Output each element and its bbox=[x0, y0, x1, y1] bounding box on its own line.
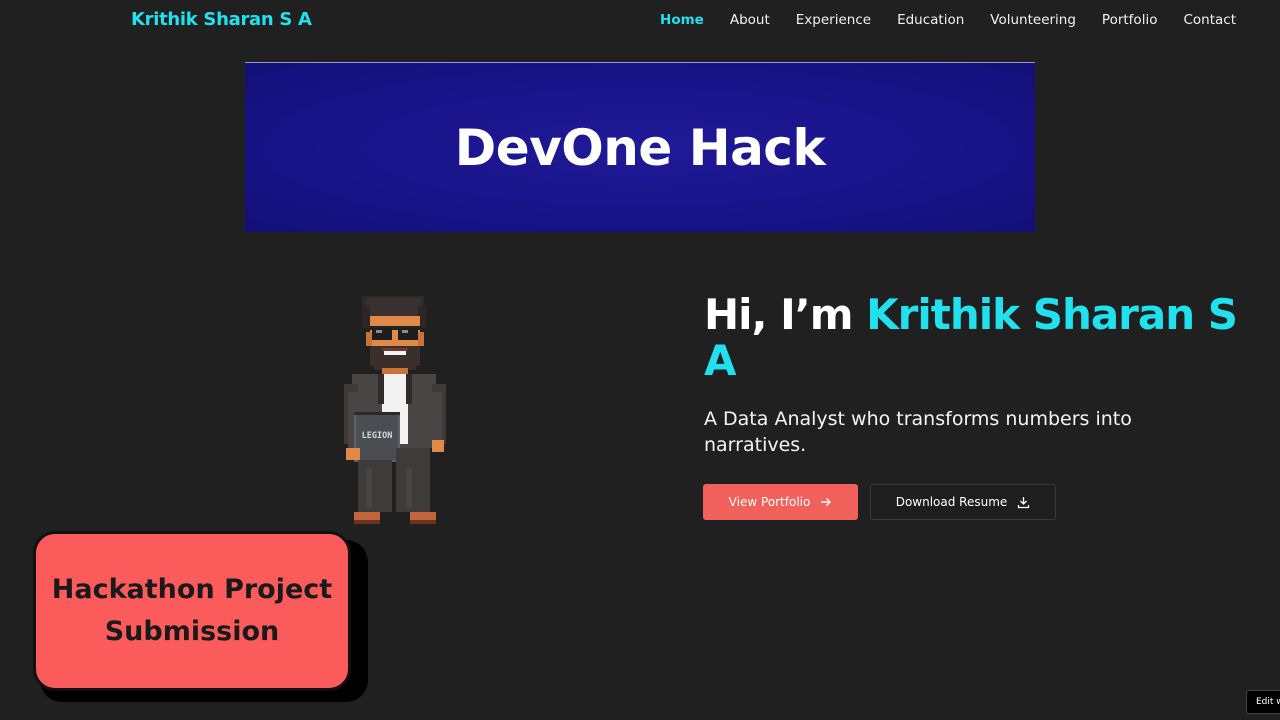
pixel-avatar-icon: LEGION bbox=[344, 296, 446, 524]
nav-link-volunteering[interactable]: Volunteering bbox=[990, 12, 1076, 28]
nav-link-contact[interactable]: Contact bbox=[1183, 12, 1236, 28]
nav-links: Home About Experience Education Voluntee… bbox=[660, 12, 1236, 28]
hero-subtitle: A Data Analyst who transforms numbers in… bbox=[704, 408, 1132, 456]
view-portfolio-button[interactable]: View Portfolio bbox=[703, 484, 858, 520]
nav-link-portfolio[interactable]: Portfolio bbox=[1102, 12, 1158, 28]
hero-greeting: Hi, I’m bbox=[704, 290, 853, 339]
nav-link-home[interactable]: Home bbox=[660, 12, 704, 28]
top-nav: Krithik Sharan S A Home About Experience… bbox=[0, 0, 1280, 40]
pixel-avatar: LEGION bbox=[322, 292, 464, 528]
brand-logo[interactable]: Krithik Sharan S A bbox=[131, 9, 312, 30]
nav-link-education[interactable]: Education bbox=[897, 12, 964, 28]
submission-card-text: Hackathon Project Submission bbox=[51, 574, 333, 647]
download-icon bbox=[1018, 496, 1030, 508]
submission-card: Hackathon Project Submission bbox=[33, 531, 351, 691]
edit-badge[interactable]: Edit w bbox=[1246, 690, 1280, 714]
download-resume-label: Download Resume bbox=[895, 495, 1008, 509]
view-portfolio-label: View Portfolio bbox=[728, 495, 811, 509]
hackathon-banner: DevOne Hack bbox=[245, 62, 1035, 232]
arrow-right-icon bbox=[821, 498, 832, 506]
laptop-label: LEGION bbox=[362, 431, 393, 441]
nav-link-experience[interactable]: Experience bbox=[796, 12, 871, 28]
page: Krithik Sharan S A Home About Experience… bbox=[0, 0, 1280, 720]
nav-link-about[interactable]: About bbox=[730, 12, 770, 28]
banner-title: DevOne Hack bbox=[454, 118, 826, 177]
hero-title: Hi, I’m Krithik Sharan S A bbox=[704, 292, 1244, 384]
download-resume-button[interactable]: Download Resume bbox=[870, 484, 1056, 520]
